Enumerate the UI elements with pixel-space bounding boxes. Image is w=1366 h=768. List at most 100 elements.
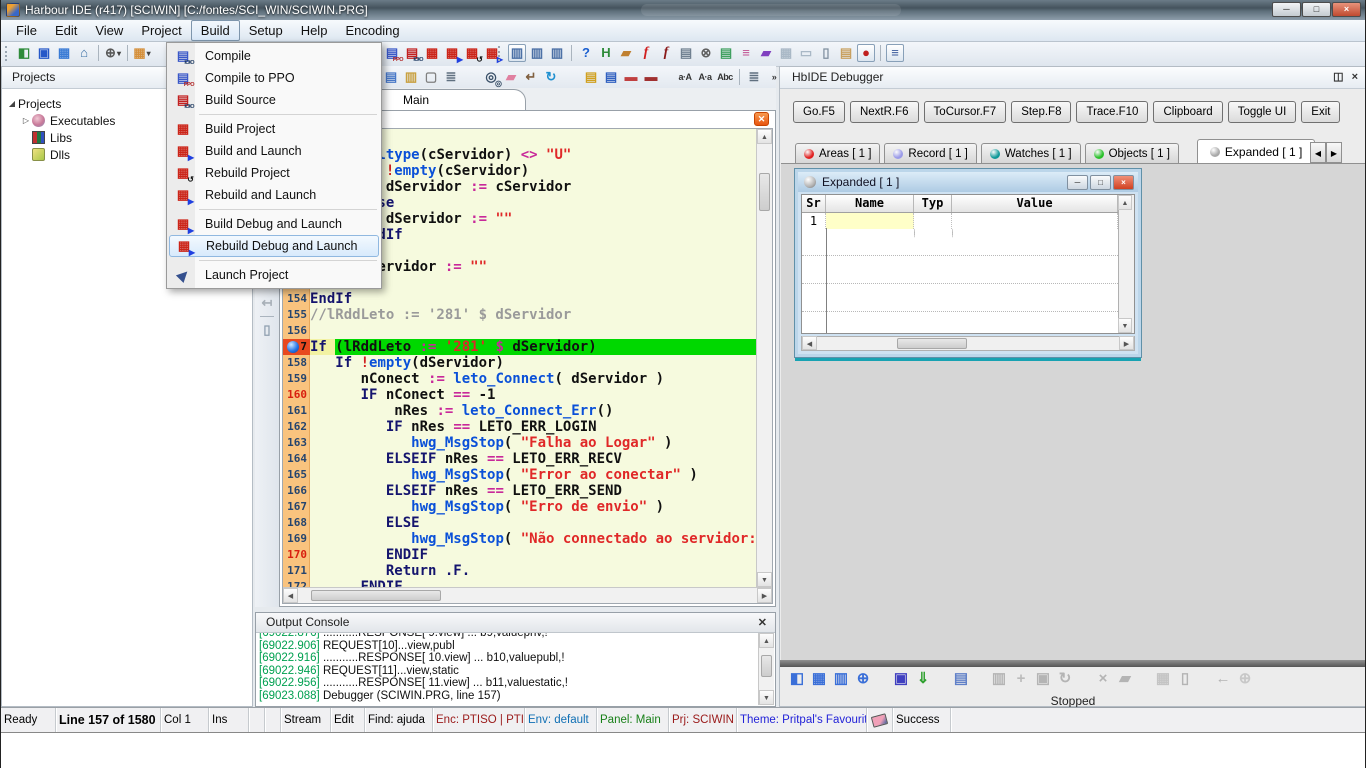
breakpoint-line-number[interactable]: 7 [283,339,310,355]
debugger-button-tocursor-f7[interactable]: ToCursor.F7 [924,101,1007,123]
scroll-down-icon[interactable]: ▼ [1118,318,1132,333]
scroll-up-icon[interactable]: ▲ [757,129,772,144]
uppercase-icon[interactable]: A·a [696,68,714,86]
paste-watch-icon[interactable]: ▥ [989,669,1009,689]
clipboard-icon[interactable]: ▯ [1175,669,1195,689]
tab-watches-1[interactable]: Watches [ 1 ] [981,143,1081,164]
eraser-icon[interactable] [871,713,888,728]
column-header-sr[interactable]: Sr [802,195,826,212]
code-line-156[interactable]: 156 [283,323,756,339]
cascade-view-icon[interactable]: ▥ [831,669,851,689]
editor-hscroll-thumb[interactable] [311,590,441,601]
uncomment-icon[interactable]: ▬ [642,68,660,86]
close-panel-icon[interactable]: × [1352,67,1358,88]
code-line-172[interactable]: 172 ENDIF [283,579,756,587]
float-panel-icon[interactable]: ◫ [1333,67,1343,88]
column-header-name[interactable]: Name [826,195,914,212]
panel-layout-1-icon[interactable]: ▥ [508,44,526,62]
menu-encoding[interactable]: Encoding [336,20,408,41]
debugger-button-toggle-ui[interactable]: Toggle UI [1228,101,1297,123]
line-number[interactable]: 166 [283,483,310,499]
indent-right-icon[interactable]: ▤ [602,68,620,86]
expanded-window[interactable]: Expanded [ 1 ] ─□× SrNameTypValue1 ▲ ▼ ◀… [795,169,1141,357]
menu-item-build-project[interactable]: ▦Build Project [169,118,379,140]
debugger-splitter[interactable] [780,660,1366,667]
scroll-right-icon[interactable]: ▶ [1119,336,1134,350]
line-number[interactable]: 160 [283,387,310,403]
document-icon[interactable]: ▯ [817,44,835,62]
console-vertical-scrollbar[interactable]: ▲ ▼ [758,633,774,705]
function-list-icon[interactable]: f [637,44,655,62]
code-line-159[interactable]: 159 nConect := leto_Connect( dServidor ) [283,371,756,387]
scroll-up-icon[interactable]: ▲ [1118,195,1132,210]
line-number[interactable]: 162 [283,419,310,435]
console-close-icon[interactable]: ✕ [758,614,767,633]
refresh-icon[interactable]: ↻ [542,68,560,86]
cell-typ[interactable] [914,213,952,229]
console-log[interactable]: [69022.876] ...........RESPONSE[ 9.view]… [259,633,757,704]
doc-info-icon[interactable]: ▯ [258,321,276,339]
menu-help[interactable]: Help [292,20,337,41]
add-watch-icon[interactable]: + [1011,669,1031,689]
code-line-162[interactable]: 162 IF nRes == LETO_ERR_LOGIN [283,419,756,435]
line-number[interactable]: 161 [283,403,310,419]
line-number[interactable]: 172 [283,579,310,587]
debugger-button-step-f8[interactable]: Step.F8 [1011,101,1071,123]
code-line-161[interactable]: 161 nRes := leto_Connect_Err() [283,403,756,419]
code-line-158[interactable]: 158 If !empty(dServidor) [283,355,756,371]
code-line-164[interactable]: 164 ELSEIF nRes == LETO_ERR_RECV [283,451,756,467]
editor-close-icon[interactable]: ✕ [754,112,769,126]
expanded-table-vscrollbar[interactable]: ▲ ▼ [1118,195,1134,333]
editor-view-icon[interactable]: ▦ [55,44,73,62]
code-line-171[interactable]: 171 Return .F. [283,563,756,579]
output-panel-icon[interactable]: ≡ [886,44,904,62]
line-number[interactable]: 165 [283,467,310,483]
tab-record-1[interactable]: Record [ 1 ] [884,143,976,164]
expanded-hscroll-thumb[interactable] [897,338,967,349]
themes-icon[interactable]: ▦▾ [133,44,151,62]
code-line-165[interactable]: 165 hwg_MsgStop( "Error ao conectar" ) [283,467,756,483]
editor-horizontal-scrollbar[interactable]: ◀ ▶ [283,587,772,603]
code-line-166[interactable]: 166 ELSEIF nRes == LETO_ERR_SEND [283,483,756,499]
build-log-icon[interactable]: ▤ [717,44,735,62]
copy-icon[interactable]: ▤ [382,68,400,86]
menu-item-build-debug-and-launch[interactable]: ▦▶Build Debug and Launch [169,213,379,235]
scroll-down-icon[interactable]: ▼ [759,690,774,705]
save-icon[interactable]: ▣ [35,44,53,62]
code-line-169[interactable]: 169 hwg_MsgStop( "Não connectado ao serv… [283,531,756,547]
debugger-button-go-f5[interactable]: Go.F5 [793,101,845,123]
indent-left-icon[interactable]: ▤ [582,68,600,86]
menu-item-rebuild-and-launch[interactable]: ▦▶Rebuild and Launch [169,184,379,206]
menu-item-compile[interactable]: ▤IOIOCompile [169,45,379,67]
harbour-icon[interactable]: H [597,44,615,62]
line-number[interactable]: 168 [283,515,310,531]
line-number[interactable]: 164 [283,451,310,467]
line-number[interactable]: 169 [283,531,310,547]
menu-edit[interactable]: Edit [46,20,86,41]
table-view-icon[interactable]: ▦ [1153,669,1173,689]
expanded-window-titlebar[interactable]: Expanded [ 1 ] ─□× [798,172,1138,192]
line-number[interactable]: 154 [283,291,310,307]
notes-icon[interactable]: ▤ [837,44,855,62]
eraser-icon[interactable]: ▰ [502,68,520,86]
editor-vertical-scrollbar[interactable]: ▲ ▼ [756,129,772,587]
cell-sr[interactable]: 1 [802,213,826,229]
code-line-168[interactable]: 168 ELSE [283,515,756,531]
rebuild-project-icon[interactable]: ▦↺ [463,44,481,62]
code-line-154[interactable]: 154EndIf [283,291,756,307]
back-icon[interactable]: ← [1213,669,1233,689]
tab-areas-1[interactable]: Areas [ 1 ] [795,143,880,164]
minimize-button[interactable]: ─ [1272,2,1301,17]
tab-scroll-left-icon[interactable]: ◀ [1310,142,1326,163]
paste-icon[interactable]: ▥ [402,68,420,86]
menu-item-launch-project[interactable]: ▶Launch Project [169,264,379,286]
expander-icon[interactable]: ▷ [20,116,32,125]
line-number[interactable]: 170 [283,547,310,563]
line-number[interactable]: 156 [283,323,310,339]
select-block-icon[interactable]: ▢ [422,68,440,86]
home-icon[interactable]: ⌂ [75,44,93,62]
line-number[interactable]: 158 [283,355,310,371]
menu-setup[interactable]: Setup [240,20,292,41]
debugger-button-trace-f10[interactable]: Trace.F10 [1076,101,1148,123]
todo-list-icon[interactable]: ≡ [737,44,755,62]
